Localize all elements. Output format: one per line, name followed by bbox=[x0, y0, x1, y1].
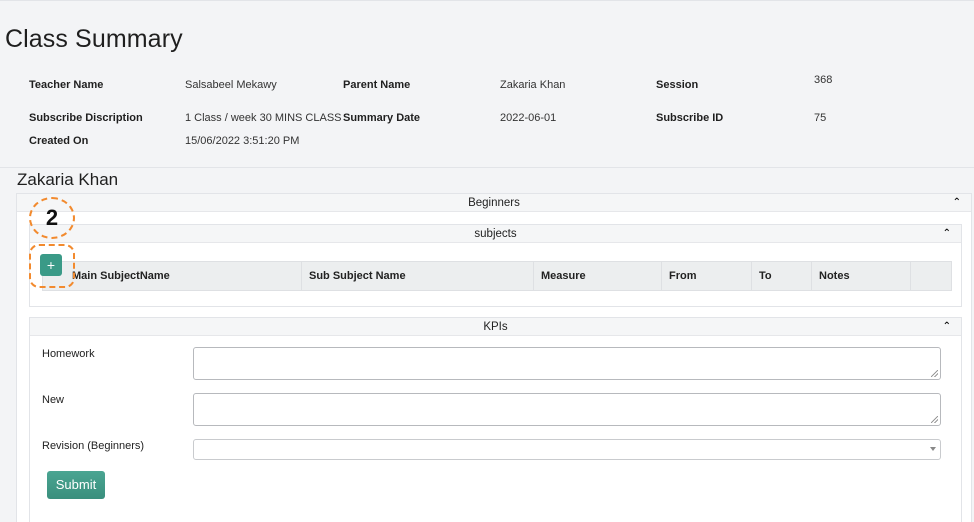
subscribe-description-value: 1 Class / week 30 MINS CLASS bbox=[185, 112, 342, 124]
created-on-label: Created On bbox=[29, 135, 89, 147]
column-to: To bbox=[752, 262, 812, 290]
page-title: Class Summary bbox=[5, 25, 183, 53]
summary-header: Class Summary Teacher Name Salsabeel Mek… bbox=[0, 0, 974, 168]
level-panel-header[interactable]: Beginners ⌃ bbox=[17, 194, 971, 212]
student-name: Zakaria Khan bbox=[17, 170, 119, 189]
level-panel: Beginners ⌃ subjects ⌃ Main SubjectName … bbox=[16, 193, 972, 522]
subjects-panel: subjects ⌃ Main SubjectName Sub Subject … bbox=[29, 224, 962, 307]
parent-name-value: Zakaria Khan bbox=[500, 79, 566, 91]
homework-label: Homework bbox=[42, 348, 95, 360]
highlight-box bbox=[29, 244, 75, 288]
subjects-table-header: Main SubjectName Sub Subject Name Measur… bbox=[42, 261, 952, 291]
caret-down-icon bbox=[930, 447, 936, 451]
revision-select[interactable] bbox=[193, 439, 941, 460]
revision-label: Revision (Beginners) bbox=[42, 440, 145, 452]
parent-name-label: Parent Name bbox=[343, 79, 411, 91]
subscribe-description-label: Subscribe Discription bbox=[29, 112, 143, 124]
column-main-subject-name: Main SubjectName bbox=[43, 262, 302, 290]
new-textarea[interactable] bbox=[193, 393, 941, 426]
subjects-panel-title: subjects bbox=[474, 228, 517, 240]
column-actions bbox=[911, 262, 951, 290]
subscribe-id-value: 75 bbox=[814, 112, 827, 124]
column-measure: Measure bbox=[534, 262, 662, 290]
level-panel-title: Beginners bbox=[468, 197, 520, 209]
chevron-up-icon[interactable]: ⌃ bbox=[953, 194, 961, 212]
subscribe-id-label: Subscribe ID bbox=[656, 112, 724, 124]
column-notes: Notes bbox=[812, 262, 911, 290]
summary-date-label: Summary Date bbox=[343, 112, 421, 124]
homework-textarea[interactable] bbox=[193, 347, 941, 380]
kpis-panel: KPIs ⌃ Homework New Revision (Beginners)… bbox=[29, 317, 962, 522]
chevron-up-icon[interactable]: ⌃ bbox=[943, 225, 951, 243]
new-label: New bbox=[42, 394, 65, 406]
session-value: 368 bbox=[814, 74, 833, 86]
created-on-value: 15/06/2022 3:51:20 PM bbox=[185, 135, 300, 147]
resize-grip-icon[interactable] bbox=[931, 370, 938, 377]
teacher-name-label: Teacher Name bbox=[29, 79, 104, 91]
resize-grip-icon[interactable] bbox=[931, 416, 938, 423]
column-sub-subject-name: Sub Subject Name bbox=[302, 262, 534, 290]
chevron-up-icon[interactable]: ⌃ bbox=[943, 318, 951, 336]
teacher-name-value: Salsabeel Mekawy bbox=[185, 79, 277, 91]
kpis-panel-header[interactable]: KPIs ⌃ bbox=[30, 318, 961, 336]
subjects-panel-header[interactable]: subjects ⌃ bbox=[30, 225, 961, 243]
column-from: From bbox=[662, 262, 752, 290]
session-label: Session bbox=[656, 79, 699, 91]
summary-date-value: 2022-06-01 bbox=[500, 112, 557, 124]
submit-button[interactable]: Submit bbox=[47, 471, 105, 499]
step-number-callout: 2 bbox=[29, 197, 75, 239]
kpis-panel-title: KPIs bbox=[483, 321, 508, 333]
